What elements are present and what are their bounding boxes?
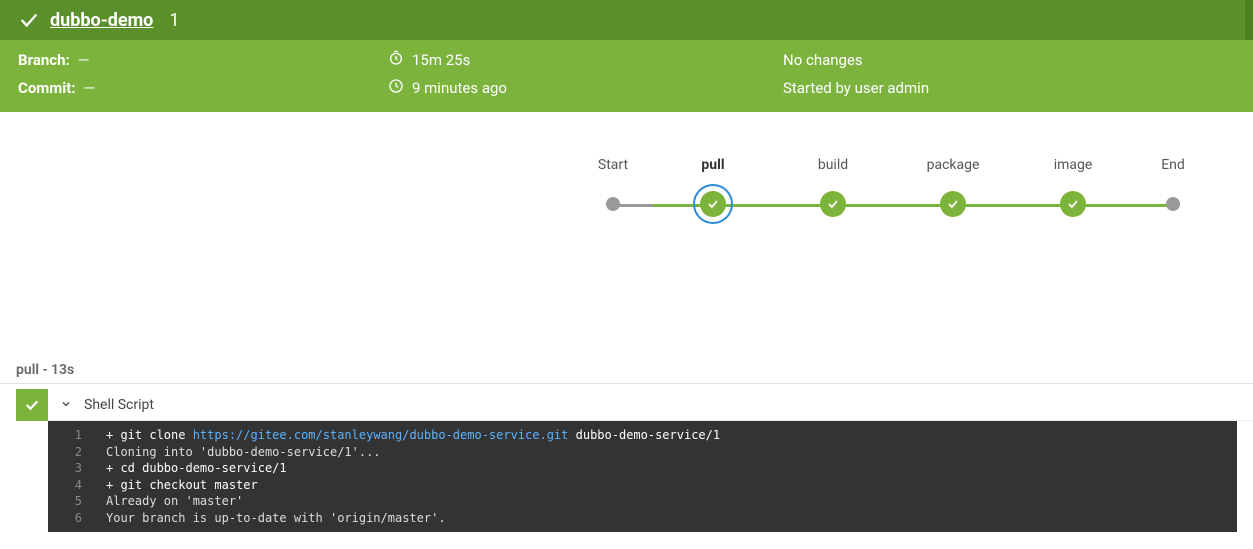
stopwatch-icon: [388, 50, 404, 70]
log-segment: + git clone: [106, 428, 193, 442]
stage-label: End: [1161, 157, 1185, 177]
log-segment: Your branch is up-to-date with 'origin/m…: [106, 511, 446, 525]
success-node-icon[interactable]: [700, 191, 726, 217]
log-line-number: 1: [48, 427, 82, 444]
log-gutter: 123456: [48, 421, 90, 532]
success-node-icon[interactable]: [940, 191, 966, 217]
log-line: + cd dubbo-demo-service/1: [106, 460, 1237, 477]
log-segment: + cd dubbo-demo-service/1: [106, 461, 287, 475]
log-line-number: 5: [48, 493, 82, 510]
run-number: 1: [169, 10, 179, 31]
log-line-number: 2: [48, 444, 82, 461]
stage-node-wrap: [1133, 187, 1213, 221]
step-row-shell-script[interactable]: Shell Script: [16, 389, 1253, 421]
run-info-bar: Branch: — 15m 25s No changes Commit: — 9…: [0, 40, 1253, 112]
log-line: Your branch is up-to-date with 'origin/m…: [106, 510, 1237, 527]
commit-info: Commit: —: [18, 78, 388, 98]
commit-label: Commit:: [18, 79, 76, 97]
pipeline-graph: Start pull build package image End: [573, 157, 1213, 221]
pipeline-graph-container: Start pull build package image End: [0, 112, 1253, 221]
stage-label: Start: [598, 157, 628, 177]
clock-icon: [388, 78, 404, 98]
duration-value: 15m 25s: [412, 51, 470, 69]
log-line-number: 3: [48, 460, 82, 477]
started-by-info: Started by user admin: [783, 78, 1235, 98]
log-segment: Cloning into 'dubbo-demo-service/1'...: [106, 445, 381, 459]
stage-build[interactable]: build: [773, 157, 893, 221]
terminal-node-icon: [1166, 197, 1180, 211]
chevron-down-icon: [60, 395, 72, 414]
success-check-icon: [18, 9, 40, 31]
success-node-icon[interactable]: [1060, 191, 1086, 217]
stage-label: package: [927, 157, 980, 177]
stage-label: build: [818, 157, 848, 177]
pipeline-title-link[interactable]: dubbo-demo: [50, 10, 153, 31]
log-line: + git clone https://gitee.com/stanleywan…: [106, 427, 1237, 444]
step-status-success-icon: [16, 389, 48, 421]
stage-end: End: [1133, 157, 1213, 221]
log-segment: https://gitee.com/stanleywang/dubbo-demo…: [193, 428, 569, 442]
stage-image[interactable]: image: [1013, 157, 1133, 221]
stage-node-wrap: [573, 187, 653, 221]
time-value: 9 minutes ago: [412, 79, 507, 97]
log-line-number: 4: [48, 477, 82, 494]
run-header: dubbo-demo 1: [0, 0, 1253, 40]
stage-label: pull: [701, 157, 724, 177]
step-name-label: Shell Script: [84, 397, 154, 413]
success-node-icon[interactable]: [820, 191, 846, 217]
branch-label: Branch:: [18, 51, 70, 69]
branch-info: Branch: —: [18, 50, 388, 70]
changes-info: No changes: [783, 50, 1235, 70]
log-line: Already on 'master': [106, 493, 1237, 510]
stage-start: Start: [573, 157, 653, 221]
time-info: 9 minutes ago: [388, 78, 783, 98]
stage-node-wrap: [653, 187, 773, 221]
started-by-value: Started by user admin: [783, 79, 929, 97]
stage-node-wrap: [893, 187, 1013, 221]
stage-detail-title: pull - 13s: [16, 362, 74, 378]
changes-value: No changes: [783, 51, 863, 69]
stage-label: image: [1054, 157, 1093, 177]
console-log[interactable]: 123456 + git clone https://gitee.com/sta…: [48, 421, 1237, 532]
divider: [0, 383, 1253, 384]
header-action-edge[interactable]: [1245, 0, 1253, 40]
log-line: + git checkout master: [106, 477, 1237, 494]
commit-value: —: [84, 79, 96, 97]
log-line-number: 6: [48, 510, 82, 527]
log-segment: Already on 'master': [106, 494, 243, 508]
log-line: Cloning into 'dubbo-demo-service/1'...: [106, 444, 1237, 461]
stage-package[interactable]: package: [893, 157, 1013, 221]
log-segment: dubbo-demo-service/1: [568, 428, 720, 442]
log-body: + git clone https://gitee.com/stanleywan…: [48, 421, 1237, 532]
stage-pull[interactable]: pull: [653, 157, 773, 221]
duration-info: 15m 25s: [388, 50, 783, 70]
branch-value: —: [78, 51, 90, 69]
log-segment: + git checkout master: [106, 478, 258, 492]
terminal-node-icon: [606, 197, 620, 211]
stage-node-wrap: [1013, 187, 1133, 221]
stage-node-wrap: [773, 187, 893, 221]
